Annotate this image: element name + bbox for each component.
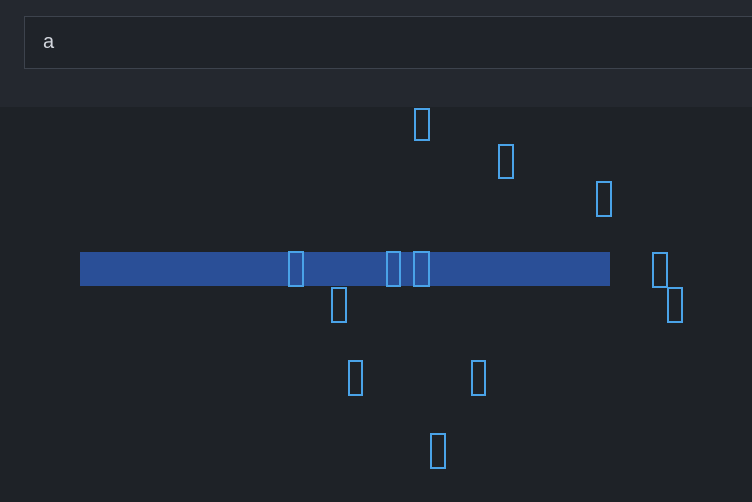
search-match-marker — [331, 287, 347, 323]
search-match-marker — [596, 181, 612, 217]
search-input[interactable] — [24, 16, 752, 69]
search-match-marker — [414, 108, 430, 141]
editor-minimap-area — [0, 108, 752, 502]
search-match-marker — [413, 251, 430, 287]
search-match-marker — [348, 360, 363, 396]
search-match-marker — [667, 287, 683, 323]
command-bar — [0, 0, 752, 108]
selection-highlight-bar — [80, 252, 610, 286]
search-match-marker — [498, 144, 514, 179]
search-match-marker — [471, 360, 486, 396]
search-match-marker — [652, 252, 668, 288]
search-match-marker — [386, 251, 401, 287]
search-match-marker — [430, 433, 446, 469]
search-match-marker — [288, 251, 304, 287]
